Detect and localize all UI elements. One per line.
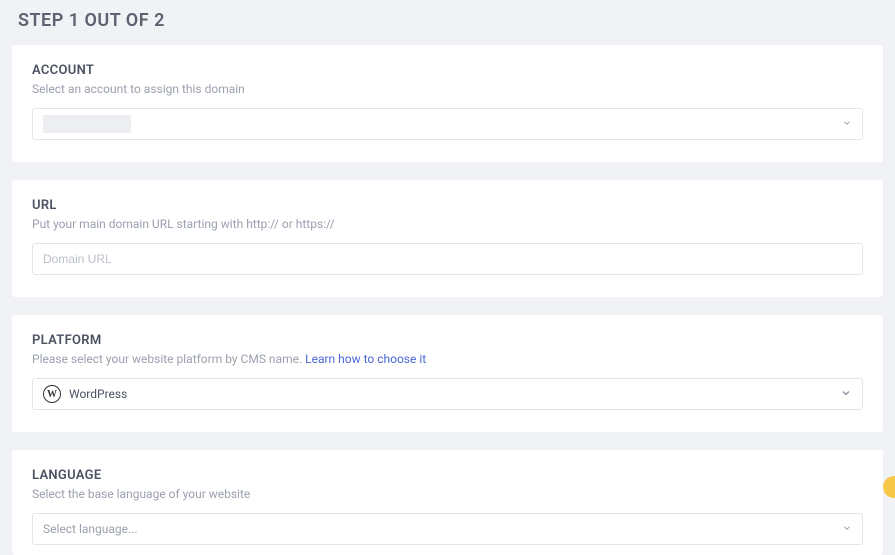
language-card: LANGUAGE Select the base language of you… (12, 450, 883, 555)
platform-title: PLATFORM (32, 333, 863, 348)
platform-selected-value: W WordPress (43, 385, 127, 403)
account-title: ACCOUNT (32, 63, 863, 78)
chevron-down-icon (842, 522, 852, 536)
chat-widget[interactable] (881, 472, 895, 500)
platform-learn-link[interactable]: Learn how to choose it (305, 352, 426, 366)
chevron-down-icon (840, 387, 852, 402)
platform-desc-row: Please select your website platform by C… (32, 352, 863, 366)
account-card: ACCOUNT Select an account to assign this… (12, 45, 883, 162)
page-root: STEP 1 OUT OF 2 ACCOUNT Select an accoun… (0, 0, 895, 555)
platform-select[interactable]: W WordPress (32, 378, 863, 410)
step-title: STEP 1 OUT OF 2 (18, 10, 883, 31)
platform-selected-label: WordPress (69, 387, 127, 401)
url-title: URL (32, 198, 863, 213)
url-card: URL Put your main domain URL starting wi… (12, 180, 883, 297)
platform-desc: Please select your website platform by C… (32, 352, 305, 366)
language-desc: Select the base language of your website (32, 487, 863, 501)
chat-icon (883, 476, 895, 498)
wordpress-icon: W (43, 385, 61, 403)
platform-card: PLATFORM Please select your website plat… (12, 315, 883, 432)
language-placeholder: Select language... (43, 522, 138, 536)
chevron-down-icon (842, 117, 852, 131)
account-selected-value (43, 115, 131, 133)
account-select[interactable] (32, 108, 863, 140)
url-input[interactable] (32, 243, 863, 275)
language-title: LANGUAGE (32, 468, 863, 483)
language-select[interactable]: Select language... (32, 513, 863, 545)
account-desc: Select an account to assign this domain (32, 82, 863, 96)
url-desc: Put your main domain URL starting with h… (32, 217, 863, 231)
